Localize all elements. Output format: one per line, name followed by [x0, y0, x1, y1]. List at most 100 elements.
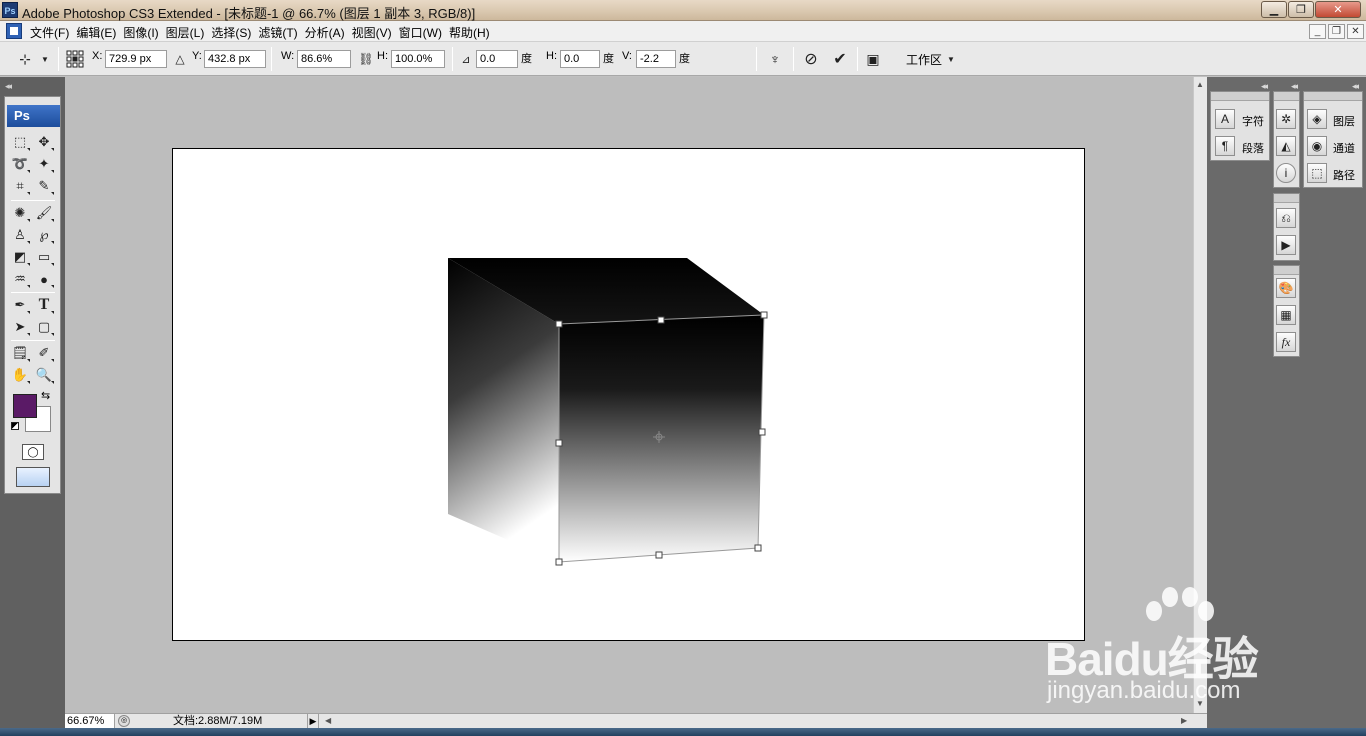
- character-panel-label[interactable]: 字符: [1242, 113, 1264, 129]
- delta-icon[interactable]: △: [171, 50, 189, 68]
- info-icon[interactable]: i: [1276, 163, 1296, 183]
- histogram-icon[interactable]: ◭: [1276, 136, 1296, 156]
- cancel-transform-icon[interactable]: ⊘: [802, 50, 820, 68]
- navigator-icon[interactable]: ✲: [1276, 109, 1296, 129]
- rotate-unit: 度: [521, 53, 532, 65]
- clone-stamp-tool-icon[interactable]: ♙: [10, 225, 30, 245]
- skew-h-label: H:: [546, 50, 557, 62]
- marquee-tool-icon[interactable]: ⬚: [10, 132, 30, 152]
- y-position-field[interactable]: 432.8 px: [204, 50, 266, 68]
- zoom-level[interactable]: 66.67%: [65, 714, 115, 728]
- bridge-icon[interactable]: ▣: [864, 50, 882, 68]
- quick-mask-icon[interactable]: ◯: [22, 444, 44, 460]
- pen-tool-icon[interactable]: ✒: [10, 295, 30, 315]
- history-brush-tool-icon[interactable]: ℘: [34, 225, 54, 245]
- warp-mode-icon[interactable]: ♆: [766, 50, 784, 68]
- workspace-chevron-icon[interactable]: ▼: [942, 50, 960, 68]
- swatches-grid-icon[interactable]: ▦: [1276, 305, 1296, 325]
- document-icon[interactable]: [6, 23, 22, 39]
- scroll-right-icon[interactable]: ▶: [1181, 714, 1187, 728]
- move-tool-icon[interactable]: ✥: [34, 132, 54, 152]
- styles-fx-icon[interactable]: fx: [1276, 332, 1296, 352]
- doc-restore-button[interactable]: ❐: [1328, 24, 1345, 39]
- notes-tool-icon[interactable]: 🗒: [10, 343, 30, 363]
- x-position-field[interactable]: 729.9 px: [105, 50, 167, 68]
- eyedropper-tool-icon[interactable]: ✐: [34, 343, 54, 363]
- path-selection-tool-icon[interactable]: ➤: [10, 317, 30, 337]
- watermark-url: jingyan.baidu.com: [1047, 677, 1241, 704]
- crop-tool-icon[interactable]: ⌗: [10, 176, 30, 196]
- foreground-color-swatch[interactable]: [13, 394, 37, 418]
- reference-point-icon[interactable]: [66, 50, 84, 68]
- x-label: X:: [92, 50, 103, 62]
- magic-wand-tool-icon[interactable]: ✦: [34, 154, 54, 174]
- close-button[interactable]: ✕: [1315, 1, 1361, 18]
- menu-edit[interactable]: 编辑(E): [76, 24, 123, 41]
- link-icon[interactable]: ⛓: [357, 50, 375, 68]
- paths-icon[interactable]: ⬚: [1307, 163, 1327, 183]
- y-label: Y:: [192, 50, 202, 62]
- collapse-arrows-icon[interactable]: ◂◂: [5, 81, 12, 92]
- menu-help[interactable]: 帮助(H): [449, 24, 497, 41]
- healing-brush-tool-icon[interactable]: ✺: [10, 203, 30, 223]
- rotate-angle-field[interactable]: 0.0: [476, 50, 518, 68]
- paths-panel-label[interactable]: 路径: [1333, 167, 1355, 183]
- shape-tool-icon[interactable]: ▢: [34, 317, 54, 337]
- slice-tool-icon[interactable]: ✎: [34, 176, 54, 196]
- tool-preset-icon[interactable]: ⊹: [16, 50, 34, 68]
- screen-mode-icon[interactable]: [16, 467, 50, 487]
- scroll-up-icon[interactable]: ▲: [1196, 80, 1204, 89]
- width-scale-field[interactable]: 86.6%: [297, 50, 351, 68]
- menu-bar: 文件(F) 编辑(E) 图像(I) 图层(L) 选择(S) 滤镜(T) 分析(A…: [0, 21, 1366, 42]
- skew-v-field[interactable]: -2.2: [636, 50, 676, 68]
- skew-h-unit: 度: [603, 53, 614, 65]
- workspace-label[interactable]: 工作区: [906, 51, 942, 68]
- height-scale-field[interactable]: 100.0%: [391, 50, 445, 68]
- menu-view[interactable]: 视图(V): [352, 24, 399, 41]
- doc-close-button[interactable]: ✕: [1347, 24, 1364, 39]
- ps-logo: Ps: [7, 105, 60, 127]
- blur-tool-icon[interactable]: ♒: [10, 269, 30, 289]
- menu-filter[interactable]: 滤镜(T): [258, 24, 304, 41]
- swatches-panel-group: 🎨 ▦ fx: [1273, 265, 1300, 357]
- skew-h-field[interactable]: 0.0: [560, 50, 600, 68]
- character-icon[interactable]: A: [1215, 109, 1235, 129]
- eraser-tool-icon[interactable]: ◩: [10, 247, 30, 267]
- lasso-tool-icon[interactable]: ➰: [10, 154, 30, 174]
- history-icon[interactable]: ⎌: [1276, 208, 1296, 228]
- menu-window[interactable]: 窗口(W): [399, 24, 449, 41]
- layers-icon[interactable]: ◈: [1307, 109, 1327, 129]
- swap-colors-icon[interactable]: ⇆: [41, 389, 50, 402]
- zoom-tool-icon[interactable]: 🔍: [34, 365, 54, 385]
- paragraph-panel-label[interactable]: 段落: [1242, 140, 1264, 156]
- channels-panel-label[interactable]: 通道: [1333, 140, 1355, 156]
- status-arrow-icon[interactable]: ▶: [307, 714, 319, 728]
- maximize-button[interactable]: ❐: [1288, 1, 1314, 18]
- menu-select[interactable]: 选择(S): [211, 24, 258, 41]
- layers-panel-label[interactable]: 图层: [1333, 113, 1355, 129]
- paragraph-icon[interactable]: ¶: [1215, 136, 1235, 156]
- channels-icon[interactable]: ◉: [1307, 136, 1327, 156]
- brush-tool-icon[interactable]: 🖌: [34, 203, 54, 223]
- chevron-down-icon[interactable]: ▼: [36, 50, 54, 68]
- document-canvas[interactable]: [172, 148, 1085, 641]
- doc-minimize-button[interactable]: _: [1309, 24, 1326, 39]
- default-colors-icon[interactable]: [11, 422, 19, 430]
- hand-tool-icon[interactable]: ✋: [10, 365, 30, 385]
- type-tool-icon[interactable]: T: [34, 295, 54, 315]
- actions-icon[interactable]: ▶: [1276, 235, 1296, 255]
- height-label: H:: [377, 50, 388, 62]
- menu-layer[interactable]: 图层(L): [166, 24, 212, 41]
- rotate-angle-icon: ⊿: [461, 53, 471, 66]
- scroll-left-icon[interactable]: ◀: [325, 714, 331, 728]
- width-label: W:: [281, 50, 295, 62]
- menu-analysis[interactable]: 分析(A): [305, 24, 352, 41]
- menu-image[interactable]: 图像(I): [123, 24, 165, 41]
- dodge-tool-icon[interactable]: ●: [34, 269, 54, 289]
- menu-file[interactable]: 文件(F): [30, 24, 76, 41]
- gradient-tool-icon[interactable]: ▭: [34, 247, 54, 267]
- commit-transform-icon[interactable]: ✔: [831, 50, 849, 68]
- status-menu-icon[interactable]: ◎: [118, 715, 130, 727]
- color-palette-icon[interactable]: 🎨: [1276, 278, 1296, 298]
- minimize-button[interactable]: ▁: [1261, 1, 1287, 18]
